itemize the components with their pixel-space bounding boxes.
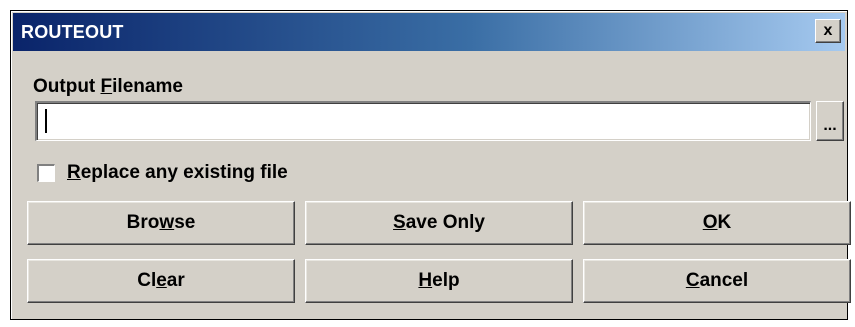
output-filename-label: Output Filename [33, 76, 183, 97]
ok-button[interactable]: OK [583, 201, 851, 245]
browse-ellipsis-button[interactable]: ... [816, 101, 844, 141]
text-caret [45, 109, 47, 133]
close-icon: x [823, 22, 833, 39]
clear-button[interactable]: Cl e ar [27, 259, 295, 303]
replace-existing-checkbox[interactable] [37, 164, 55, 182]
replace-existing-row[interactable]: Replace any existing file [37, 161, 288, 185]
cancel-button[interactable]: Cancel [583, 259, 851, 303]
help-button[interactable]: Help [305, 259, 573, 303]
save-only-button[interactable]: Save Only [305, 201, 573, 245]
browse-button[interactable]: Bro w se [27, 201, 295, 245]
close-button[interactable]: x [815, 19, 841, 43]
window-title: ROUTEOUT [21, 22, 124, 42]
output-filename-input[interactable] [35, 101, 811, 141]
replace-existing-label[interactable]: Replace any existing file [67, 162, 288, 184]
routeout-dialog: ROUTEOUT x Output Filename ... Replace a… [10, 10, 851, 320]
title-bar[interactable]: ROUTEOUT x [13, 13, 845, 51]
